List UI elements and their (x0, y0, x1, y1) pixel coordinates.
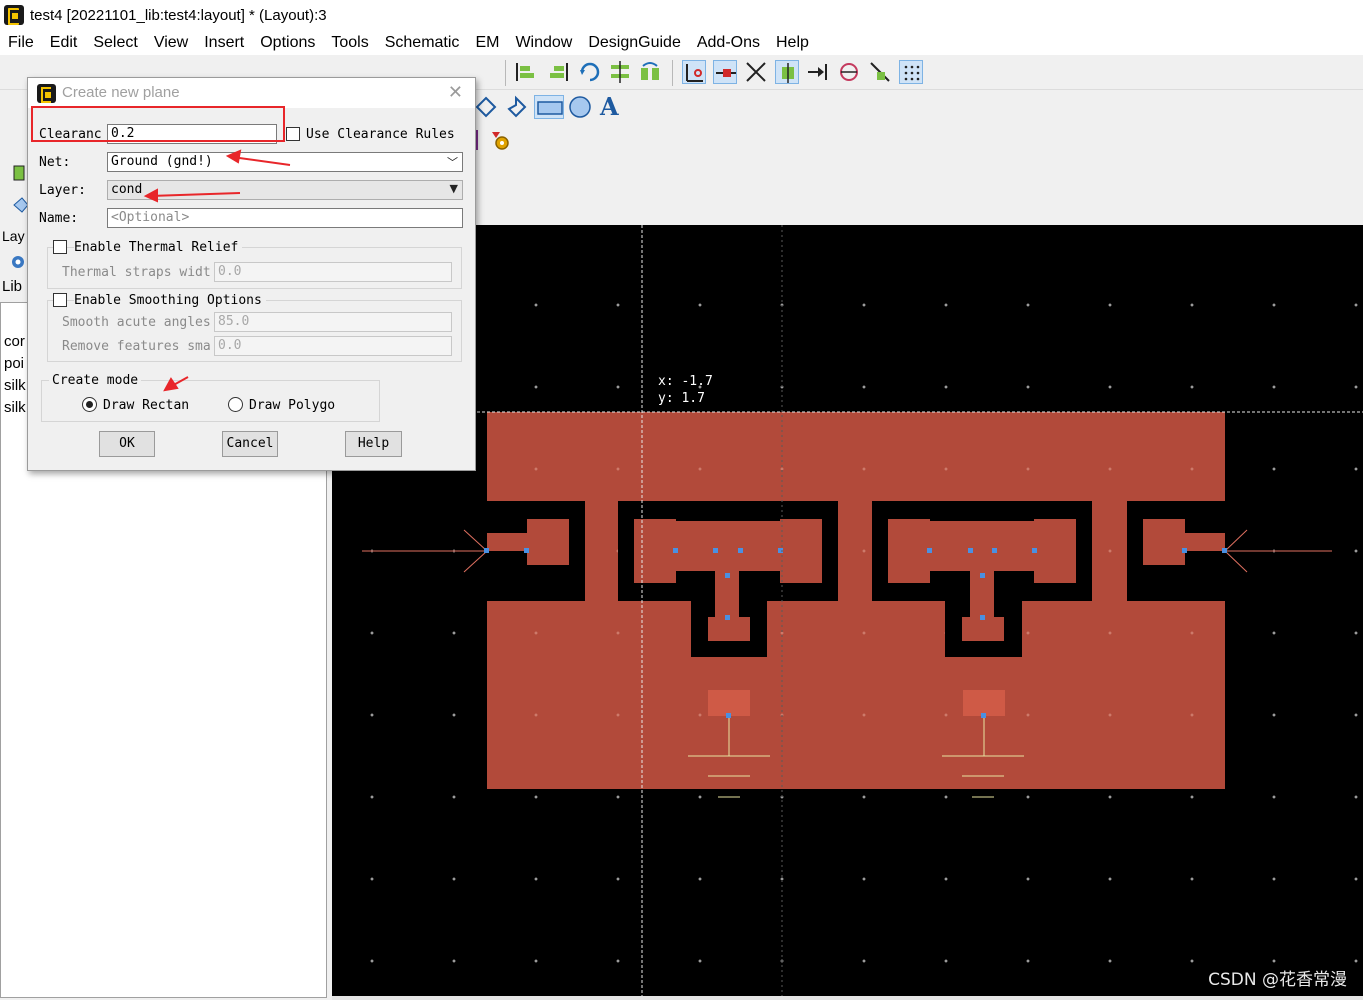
snap-to-vertex-icon[interactable] (682, 60, 706, 84)
chevron-down-icon: ﹀ (447, 156, 458, 169)
remove-features-label: Remove features sma (62, 339, 211, 354)
dialog-title-bar: Create new plane ✕ (28, 78, 475, 108)
insert-polygon-icon[interactable] (474, 95, 498, 119)
menu-bar: File Edit Select View Insert Options Too… (0, 30, 1363, 55)
dialog-title: Create new plane (62, 84, 180, 101)
menu-edit[interactable]: Edit (42, 34, 86, 52)
snap-to-intersection-icon[interactable] (744, 60, 768, 84)
dialog-app-icon (37, 84, 56, 103)
enable-thermal-relief-checkbox[interactable] (53, 240, 67, 254)
name-label: Name: (39, 211, 79, 226)
draw-rectangle-radio[interactable] (82, 397, 97, 412)
component-toolbar (470, 126, 530, 154)
thermal-straps-input[interactable]: 0.0 (214, 262, 452, 282)
library-label: Lib (2, 278, 23, 295)
list-item[interactable]: poi (4, 355, 24, 372)
menu-schematic[interactable]: Schematic (377, 34, 468, 52)
mirror-icon[interactable] (638, 60, 662, 84)
snap-to-arc-icon[interactable] (837, 60, 861, 84)
left-toolstrip (0, 90, 29, 228)
align-right-icon[interactable] (546, 60, 570, 84)
menu-options[interactable]: Options (252, 34, 323, 52)
add-on-gear-icon[interactable] (488, 128, 512, 152)
menu-addons[interactable]: Add-Ons (689, 34, 768, 52)
svg-text:A: A (599, 93, 619, 117)
via-pad-left[interactable] (708, 690, 750, 716)
annotation-highlight-box (31, 106, 285, 142)
net-selected-value: Ground (gnd!) (111, 154, 213, 169)
thermal-straps-label: Thermal straps widt (62, 265, 211, 280)
layer-selected-value: cond (111, 182, 143, 197)
horizontal-scrollbar[interactable] (332, 996, 1363, 1000)
snap-to-center-icon[interactable] (775, 60, 799, 84)
list-item[interactable]: silk (4, 377, 26, 394)
watermark: CSDN @花香常漫 (1208, 970, 1347, 990)
layers-tab-label[interactable]: Lay (2, 228, 25, 244)
menu-help[interactable]: Help (768, 34, 817, 52)
close-icon[interactable]: ✕ (448, 82, 463, 103)
toolbar-separator (672, 60, 673, 86)
rotate-icon[interactable] (578, 60, 602, 84)
menu-window[interactable]: Window (507, 34, 580, 52)
color-palette-icon[interactable] (12, 164, 26, 182)
menu-tools[interactable]: Tools (323, 34, 376, 52)
layout-drawing[interactable]: x: -1.7 y: 1.7 (332, 225, 1363, 998)
align-left-icon[interactable] (514, 60, 538, 84)
via-pad-right[interactable] (963, 690, 1005, 716)
enable-smoothing-label: Enable Smoothing Options (74, 293, 266, 308)
enable-thermal-relief-label: Enable Thermal Relief (74, 240, 243, 255)
title-bar: test4 [20221101_lib:test4:layout] * (Lay… (0, 0, 1363, 30)
layer-label: Layer: (39, 183, 86, 198)
draw-polygon-radio[interactable] (228, 397, 243, 412)
use-clearance-rules-checkbox[interactable] (286, 127, 300, 141)
menu-view[interactable]: View (146, 34, 196, 52)
dropdown-arrow-icon: ▼ (449, 182, 458, 195)
snap-to-grid-icon[interactable] (899, 60, 923, 84)
snap-to-pin-icon[interactable] (713, 60, 737, 84)
menu-select[interactable]: Select (85, 34, 145, 52)
menu-em[interactable]: EM (467, 34, 507, 52)
use-clearance-rules-label: Use Clearance Rules (306, 127, 455, 142)
smooth-acute-angles-input[interactable]: 85.0 (214, 312, 452, 332)
ground-plane[interactable] (487, 412, 1225, 789)
app-logo-icon (4, 5, 24, 25)
enable-smoothing-checkbox[interactable] (53, 293, 67, 307)
shape-toolbar: A (470, 91, 670, 123)
insert-rectangle-icon[interactable] (534, 95, 564, 119)
window-title: test4 [20221101_lib:test4:layout] * (Lay… (30, 6, 327, 24)
snap-to-edge-icon[interactable] (806, 60, 830, 84)
distribute-icon[interactable] (608, 60, 632, 84)
coordinate-y-readout: y: 1.7 (658, 391, 705, 406)
layer-select[interactable]: cond ▼ (107, 180, 463, 200)
toolbar-separator (505, 60, 506, 86)
insert-text-icon[interactable]: A (598, 92, 622, 121)
help-button[interactable]: Help (345, 431, 402, 457)
net-select[interactable]: Ground (gnd!) ﹀ (107, 152, 463, 172)
remove-features-input[interactable]: 0.0 (214, 336, 452, 356)
menu-designguide[interactable]: DesignGuide (580, 34, 689, 52)
smooth-acute-angles-label: Smooth acute angles (62, 315, 211, 330)
layer-view-icon[interactable] (12, 196, 29, 214)
net-label: Net: (39, 155, 71, 170)
settings-gear-icon[interactable] (10, 254, 26, 270)
create-mode-label: Create mode (49, 373, 142, 388)
list-item[interactable]: cor (4, 333, 25, 350)
cancel-button[interactable]: Cancel (222, 431, 278, 457)
insert-polyline-icon[interactable] (504, 95, 528, 119)
insert-circle-icon[interactable] (568, 95, 592, 119)
list-item[interactable]: silk (4, 399, 26, 416)
snap-to-midpoint-icon[interactable] (868, 60, 892, 84)
menu-file[interactable]: File (0, 34, 42, 52)
ok-button[interactable]: OK (99, 431, 155, 457)
ads-layout-window: test4 [20221101_lib:test4:layout] * (Lay… (0, 0, 1363, 1000)
name-input[interactable]: <Optional> (107, 208, 463, 228)
draw-rectangle-label: Draw Rectan (103, 398, 190, 413)
coordinate-x-readout: x: -1.7 (658, 374, 713, 389)
menu-insert[interactable]: Insert (196, 34, 252, 52)
layout-canvas[interactable]: x: -1.7 y: 1.7 CSDN @花香常漫 (332, 225, 1363, 998)
draw-polygon-label: Draw Polygo (249, 398, 336, 413)
